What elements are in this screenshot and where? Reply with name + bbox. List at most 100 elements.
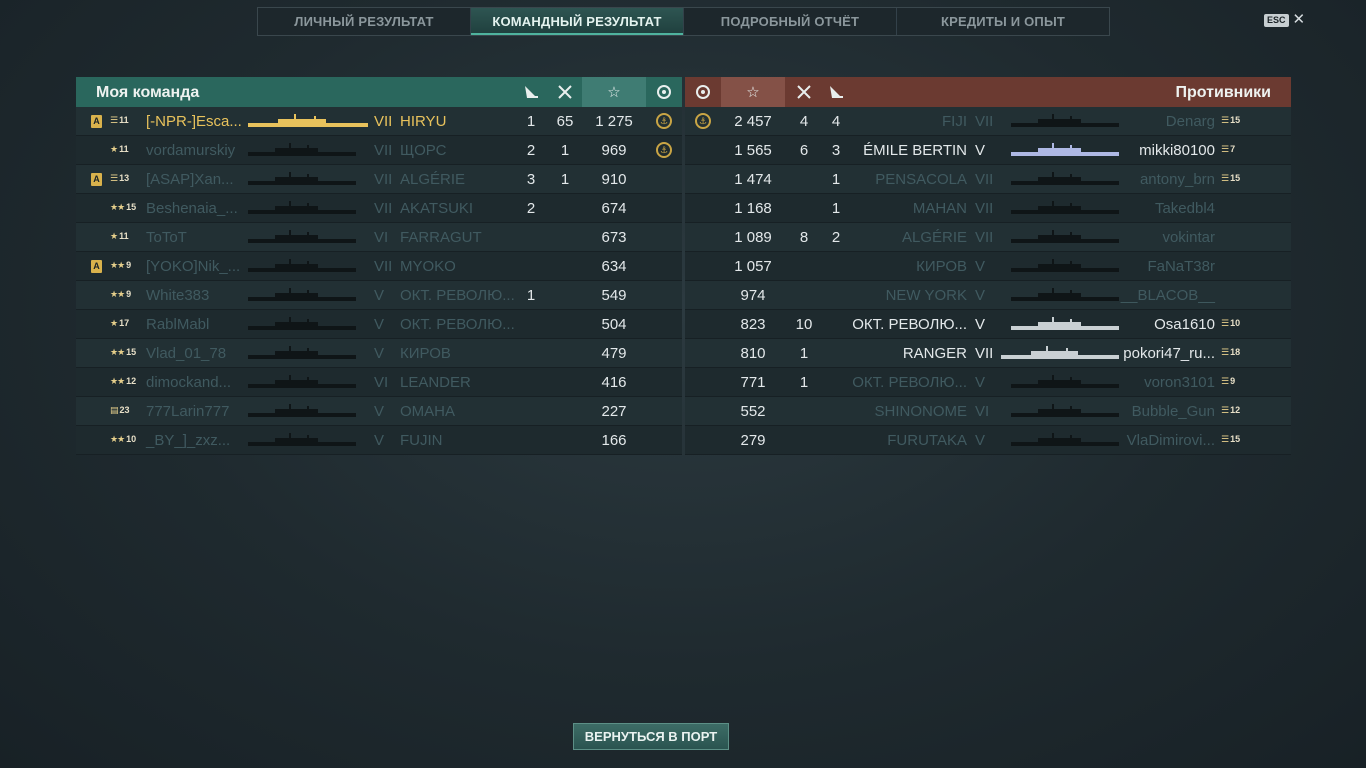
player-name: [YOKO]Nik_... <box>146 258 241 275</box>
player-name: [ASAP]Xan... <box>146 171 234 188</box>
base-xp: 974 <box>740 287 766 304</box>
player-name: antony_brn <box>1139 171 1215 188</box>
enemy-player-row[interactable]: 771 1 ОКТ. РЕВОЛЮ... Vvoron3101 ☰ 9 <box>685 368 1291 397</box>
team-player-row[interactable]: ★★ 10 _BY_]_zxz... V FUJIN 166 <box>76 426 682 455</box>
player-name: Bubble_Gun <box>1131 403 1215 420</box>
ship-silhouette-icon <box>248 143 356 156</box>
rank-insignia-icon: ★ <box>110 143 118 154</box>
rank-insignia-icon: ☰ <box>1221 143 1229 154</box>
enemy-player-row[interactable]: 1 168 1 MAHAN VII Takedbl4 <box>685 194 1291 223</box>
base-xp: 2 457 <box>734 113 772 130</box>
base-xp: 810 <box>740 345 766 362</box>
rank-level: 12 <box>126 376 137 386</box>
close-icon[interactable]: ✕ <box>1293 12 1306 27</box>
player-name: vordamurskiy <box>146 142 236 159</box>
close-button[interactable]: ESC ✕ <box>1264 12 1306 27</box>
rank-insignia-icon: ★★ <box>110 288 125 299</box>
frags-count: 1 <box>799 374 809 391</box>
frags-count: 1 <box>560 171 570 188</box>
ship-tier: VII <box>975 113 994 130</box>
ship-name: ALGÉRIE <box>901 229 967 246</box>
enemy-team-title: Противники <box>1175 84 1272 101</box>
player-name: Denarg <box>1165 113 1215 130</box>
base-xp: 674 <box>601 200 627 217</box>
rank-badge: ★★ 9 <box>110 289 131 299</box>
team-player-row[interactable]: ★ 11 ToToT VI FARRAGUT 673 <box>76 223 682 252</box>
team-player-row[interactable]: ▤ 23 777Larin777 V OMAHA 227 <box>76 397 682 426</box>
rank-badge: ☰ 15 <box>1221 434 1240 444</box>
rank-badge: ▤ 23 <box>110 405 130 415</box>
team-player-row[interactable]: A ★★ 9 [YOKO]Nik_... VII MYOKO 634 <box>76 252 682 281</box>
ship-name: КИРОВ <box>916 258 967 275</box>
ship-silhouette-icon <box>1011 433 1119 446</box>
xp-star-icon[interactable]: ☆ <box>582 77 646 107</box>
rank-level: 11 <box>119 231 129 241</box>
ship-tier: VII <box>374 258 393 275</box>
team-player-row[interactable]: ★★ 9 White383 V ОКТ. РЕВОЛЮ... 1 549 <box>76 281 682 310</box>
swords-icon[interactable] <box>550 77 580 107</box>
tab-credits-xp[interactable]: КРЕДИТЫ И ОПЫТ <box>897 8 1109 35</box>
medal-column-icon[interactable] <box>687 77 719 107</box>
ship-name: LEANDER <box>400 374 471 391</box>
swords-icon[interactable] <box>789 77 819 107</box>
rank-level: 15 <box>1230 115 1241 125</box>
ship-tier: VII <box>374 171 393 188</box>
ship-name: ОКТ. РЕВОЛЮ... <box>852 374 967 391</box>
ship-silhouette-icon <box>1011 201 1119 214</box>
player-name: Vlad_01_78 <box>146 345 227 362</box>
rank-badge: ☰ 10 <box>1221 318 1240 328</box>
rank-insignia-icon: ★★ <box>110 201 125 212</box>
rank-level: 10 <box>126 434 137 444</box>
team-player-row[interactable]: ★★ 15 Vlad_01_78 V КИРОВ 479 <box>76 339 682 368</box>
tab-team-result[interactable]: КОМАНДНЫЙ РЕЗУЛЬТАТ <box>471 8 684 35</box>
enemy-player-row[interactable]: ⚓ 2 457 4 4 FIJI VII Denarg ☰ 15 <box>685 107 1291 136</box>
ship-silhouette-icon <box>1011 375 1119 388</box>
enemy-player-row[interactable]: 1 089 8 2 ALGÉRIE VII vokintar <box>685 223 1291 252</box>
medal-column-icon[interactable] <box>648 77 680 107</box>
team-player-row[interactable]: ★ 11 vordamurskiy VII ЩОРС 2 1 969 ⚓ <box>76 136 682 165</box>
team-player-row[interactable]: ★★ 12 dimockand... VI LEANDER 416 <box>76 368 682 397</box>
rank-insignia-icon: ☰ <box>1221 114 1229 125</box>
team-player-row[interactable]: A ☰ 13 [ASAP]Xan... VII ALGÉRIE 3 1 910 <box>76 165 682 194</box>
division-a-icon: A <box>91 115 102 128</box>
team-player-row[interactable]: ★★ 15 Beshenaia_... VII AKATSUKI 2 674 <box>76 194 682 223</box>
enemy-player-row[interactable]: 974 NEW YORK V __BLACOB__ <box>685 281 1291 310</box>
rank-insignia-icon: ▤ <box>110 404 118 415</box>
enemy-player-row[interactable]: 810 1 RANGER VII pokori47_ru... ☰ 18 <box>685 339 1291 368</box>
rank-badge: ★ 11 <box>110 231 129 241</box>
enemy-player-row[interactable]: 1 474 1 PENSACOLA VII antony_brn ☰ 15 <box>685 165 1291 194</box>
rank-badge: ☰ 15 <box>1221 115 1240 125</box>
xp-star-icon[interactable]: ☆ <box>721 77 785 107</box>
rank-badge: ★★ 15 <box>110 202 136 212</box>
enemy-player-row[interactable]: 823 10 ОКТ. РЕВОЛЮ... V Osa1610 ☰ 10 <box>685 310 1291 339</box>
planes-count: 1 <box>526 287 536 304</box>
base-xp: 1 565 <box>734 142 772 159</box>
frags-count: 1 <box>560 142 570 159</box>
ship-tier: VII <box>975 345 994 362</box>
ship-name: FURUTAKA <box>887 432 967 449</box>
planes-column-icon[interactable] <box>516 77 546 107</box>
ship-tier: V <box>975 258 986 275</box>
enemy-player-row[interactable]: 1 565 6 3 ÉMILE BERTIN Vmikki80100 ☰ 7 <box>685 136 1291 165</box>
player-name: RablMabl <box>146 316 210 333</box>
tab-personal-result[interactable]: ЛИЧНЫЙ РЕЗУЛЬТАТ <box>258 8 471 35</box>
rank-level: 15 <box>126 202 137 212</box>
player-name: pokori47_ru... <box>1123 345 1215 362</box>
enemy-player-row[interactable]: 552 SHINONOME VI Bubble_Gun ☰ 12 <box>685 397 1291 426</box>
enemy-player-row[interactable]: 279 FURUTAKA V VlaDimirovi... ☰ 15 <box>685 426 1291 455</box>
division-a-icon: A <box>91 260 102 273</box>
team-player-row[interactable]: ★ 17 RablMabl V ОКТ. РЕВОЛЮ... 504 <box>76 310 682 339</box>
team-player-row[interactable]: A ☰ 11 [-NPR-]Esca... VII HIRYU 1 65 1 275 ⚓ <box>76 107 682 136</box>
ship-name: ОКТ. РЕВОЛЮ... <box>400 316 515 333</box>
enemy-player-row[interactable]: 1 057 КИРОВ V FaNaT38r <box>685 252 1291 281</box>
base-xp: 673 <box>601 229 627 246</box>
return-to-port-button[interactable]: ВЕРНУТЬСЯ В ПОРТ <box>573 723 729 750</box>
ship-silhouette-icon <box>1011 230 1119 243</box>
ship-silhouette-icon <box>248 230 356 243</box>
tab-detailed-report[interactable]: ПОДРОБНЫЙ ОТЧЁТ <box>684 8 897 35</box>
ship-name: PENSACOLA <box>875 171 967 188</box>
planes-column-icon[interactable] <box>821 77 851 107</box>
base-xp: 279 <box>740 432 766 449</box>
base-xp: 549 <box>601 287 627 304</box>
rank-level: 9 <box>1230 376 1236 386</box>
